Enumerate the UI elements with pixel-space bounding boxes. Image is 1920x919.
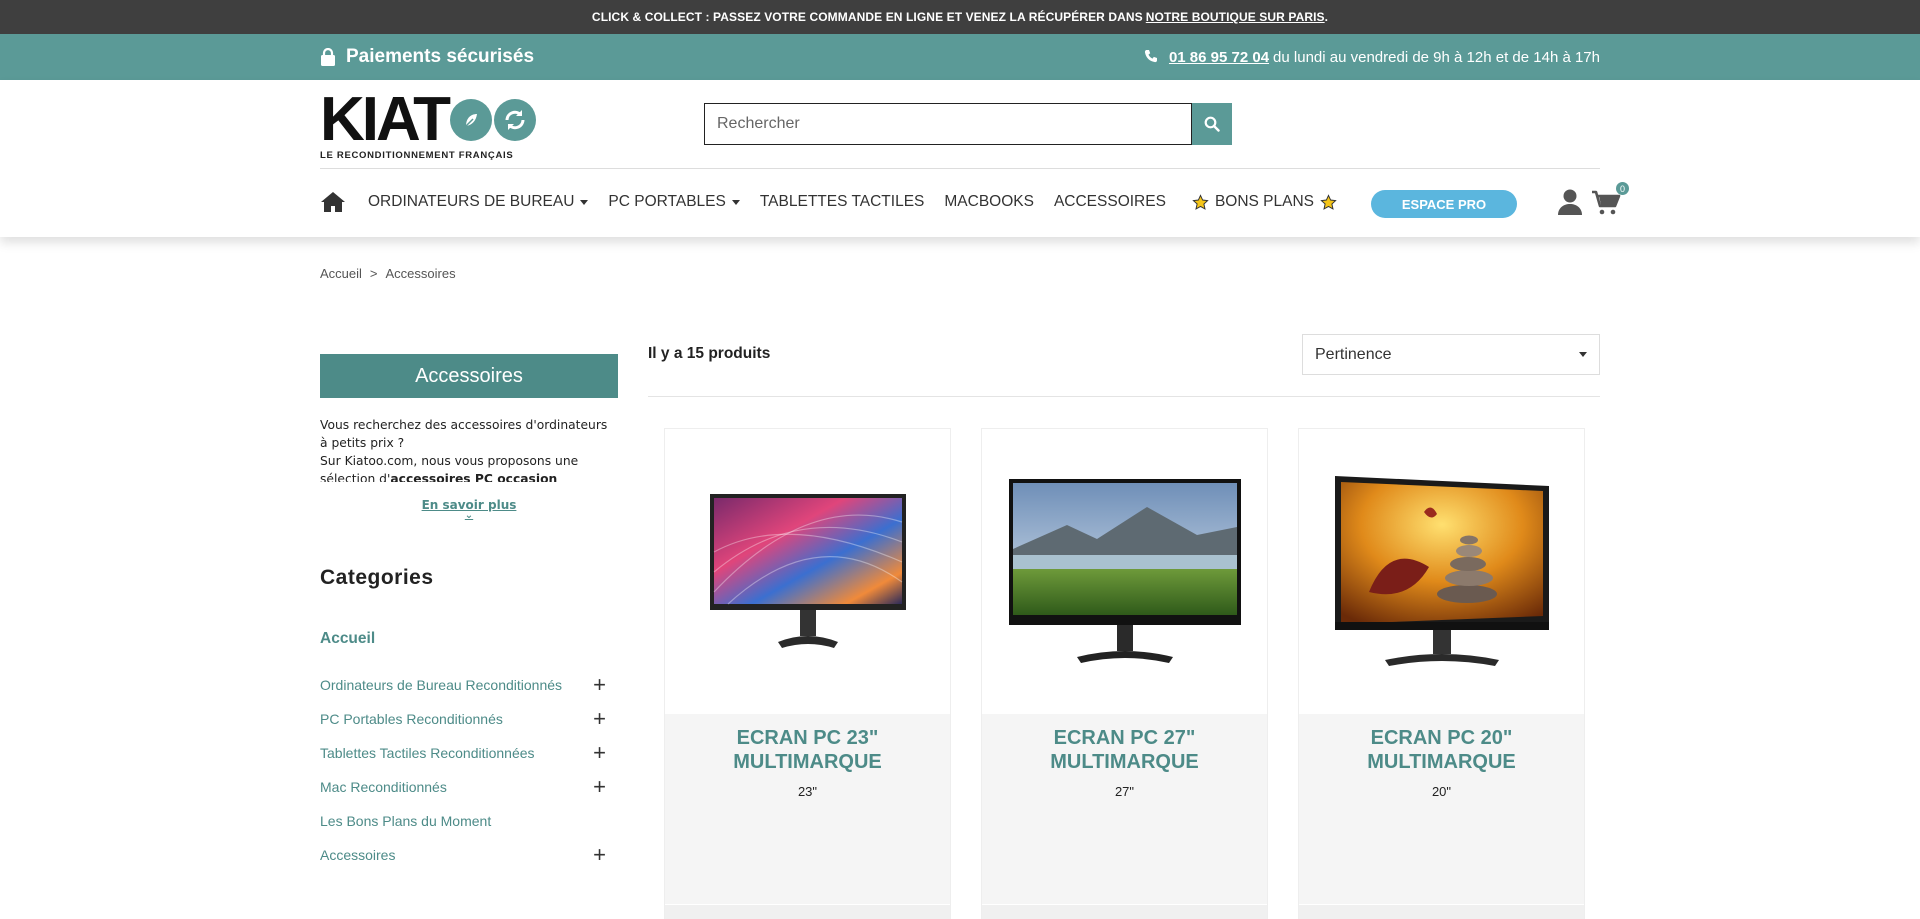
product-info: ECRAN PC 23" MULTIMARQUE 23" <box>665 714 950 904</box>
category-item[interactable]: Les Bons Plans du Moment <box>320 804 606 838</box>
category-item[interactable]: Tablettes Tactiles Reconditionnées + <box>320 736 606 770</box>
product-image[interactable] <box>665 429 950 714</box>
breadcrumb-home[interactable]: Accueil <box>320 266 362 281</box>
product-size: 20" <box>1431 784 1452 799</box>
site-header: KIAT LE RECONDITIONNEMENT FRANÇAIS ORDIN… <box>0 80 1920 237</box>
nav-pc-portables[interactable]: PC PORTABLES <box>608 193 740 211</box>
chevron-down-icon: ⌄ <box>464 510 474 521</box>
secure-label: Paiements sécurisés <box>346 46 535 67</box>
opening-hours: du lundi au vendredi de 9h à 12h et de 1… <box>1273 48 1600 66</box>
lock-icon <box>321 48 335 66</box>
product-name[interactable]: ECRAN PC 27" MULTIMARQUE <box>982 726 1267 774</box>
category-item[interactable]: Ordinateurs de Bureau Reconditionnés + <box>320 668 606 702</box>
cart-icon[interactable] <box>1591 190 1621 221</box>
category-item[interactable]: Mac Reconditionnés + <box>320 770 606 804</box>
nav-macbooks[interactable]: MACBOOKS <box>944 193 1034 211</box>
sidebar: Accessoires Vous recherchez des accessoi… <box>320 354 618 521</box>
product-card[interactable]: ECRAN PC 27" MULTIMARQUE 27" <box>981 428 1268 919</box>
sort-select[interactable]: Pertinence <box>1302 334 1600 375</box>
phone-contact: 01 86 95 72 04 du lundi au vendredi de 9… <box>1143 49 1600 66</box>
search-icon <box>1204 116 1220 132</box>
sort-value: Pertinence <box>1315 345 1392 363</box>
expand-plus-icon[interactable]: + <box>593 742 606 764</box>
user-account-icon[interactable] <box>1556 188 1584 221</box>
expand-plus-icon[interactable]: + <box>593 844 606 866</box>
info-bar: Paiements sécurisés 01 86 95 72 04 du lu… <box>0 34 1920 80</box>
nav-bons-plans[interactable]: BONS PLANS <box>1186 193 1343 211</box>
product-count: Il y a 15 produits <box>648 345 771 362</box>
chevron-down-icon <box>580 199 589 205</box>
main-nav: ORDINATEURS DE BUREAU PC PORTABLES TABLE… <box>320 187 1363 217</box>
search-bar <box>704 103 1232 145</box>
category-list: Ordinateurs de Bureau Reconditionnés + PC… <box>320 668 606 872</box>
chevron-down-icon <box>731 199 740 205</box>
expand-plus-icon[interactable]: + <box>593 708 606 730</box>
secure-payments: Paiements sécurisés <box>320 46 534 68</box>
product-info: ECRAN PC 20" MULTIMARQUE 20" <box>1299 714 1584 904</box>
kiatoo-logo[interactable]: KIAT LE RECONDITIONNEMENT FRANÇAIS <box>320 89 537 161</box>
breadcrumb: Accueil > Accessoires <box>320 266 456 281</box>
phone-icon <box>1144 50 1157 63</box>
header-divider <box>320 168 1600 169</box>
product-size: 23" <box>797 784 818 799</box>
product-footer <box>665 905 950 919</box>
categories-heading: Categories <box>320 566 434 589</box>
logo-tagline: LE RECONDITIONNEMENT FRANÇAIS <box>320 150 514 161</box>
promo-text: CLICK & COLLECT : PASSEZ VOTRE COMMANDE … <box>591 10 1143 24</box>
star-icon <box>1192 193 1209 211</box>
logo-oo-icon <box>448 99 537 141</box>
nav-accessoires[interactable]: ACCESSOIRES <box>1054 193 1166 211</box>
breadcrumb-current: Accessoires <box>385 266 456 281</box>
star-icon <box>1320 193 1337 211</box>
product-name[interactable]: ECRAN PC 23" MULTIMARQUE <box>665 726 950 774</box>
espace-pro-button[interactable]: ESPACE PRO <box>1371 190 1517 218</box>
read-more-link[interactable]: En savoir plus ⌄ <box>320 498 618 521</box>
product-size: 27" <box>1114 784 1135 799</box>
product-footer <box>982 905 1267 919</box>
cart-count-badge: 0 <box>1616 182 1629 195</box>
nav-tablettes[interactable]: TABLETTES TACTILES <box>760 193 925 211</box>
listing-divider <box>648 396 1600 397</box>
category-item[interactable]: PC Portables Reconditionnés + <box>320 702 606 736</box>
product-card[interactable]: ECRAN PC 20" MULTIMARQUE 20" <box>1298 428 1585 919</box>
product-name[interactable]: ECRAN PC 20" MULTIMARQUE <box>1299 726 1584 774</box>
product-image[interactable] <box>982 429 1267 714</box>
product-info: ECRAN PC 27" MULTIMARQUE 27" <box>982 714 1267 904</box>
chevron-down-icon <box>1579 352 1587 357</box>
product-card[interactable]: ECRAN PC 23" MULTIMARQUE 23" <box>664 428 951 919</box>
search-button[interactable] <box>1192 103 1232 145</box>
category-description: Vous recherchez des accessoires d'ordina… <box>320 418 608 482</box>
boutique-link[interactable]: NOTRE BOUTIQUE SUR PARIS <box>1146 10 1325 24</box>
category-title: Accessoires <box>320 354 618 398</box>
category-item[interactable]: Accessoires + <box>320 838 606 872</box>
search-input[interactable] <box>704 103 1192 145</box>
product-image[interactable] <box>1299 429 1584 714</box>
expand-plus-icon[interactable]: + <box>593 776 606 798</box>
promo-bar: CLICK & COLLECT : PASSEZ VOTRE COMMANDE … <box>0 0 1920 34</box>
expand-plus-icon[interactable]: + <box>593 674 606 696</box>
category-home-link[interactable]: Accueil <box>320 630 375 648</box>
nav-ordinateurs-bureau[interactable]: ORDINATEURS DE BUREAU <box>368 193 589 211</box>
product-footer <box>1299 905 1584 919</box>
home-icon[interactable] <box>320 191 346 213</box>
phone-number[interactable]: 01 86 95 72 04 <box>1169 49 1269 66</box>
